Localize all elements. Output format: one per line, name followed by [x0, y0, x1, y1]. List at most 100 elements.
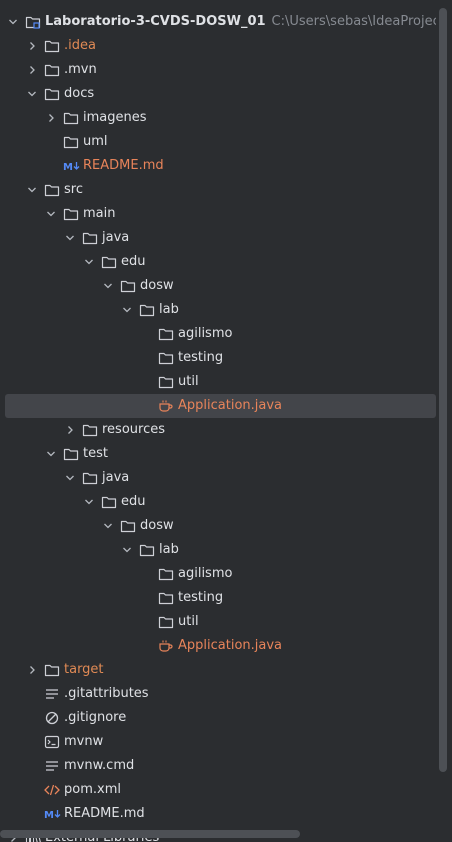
folder-icon — [44, 183, 60, 197]
folder-icon — [82, 231, 98, 245]
chevron-down-icon[interactable] — [101, 514, 115, 538]
tree-item-idea[interactable]: .idea — [0, 34, 436, 58]
tree-item-src[interactable]: src — [0, 178, 436, 202]
tree-item-mvn[interactable]: .mvn — [0, 58, 436, 82]
chevron-down-icon[interactable] — [6, 10, 20, 34]
tree-item-main[interactable]: main — [0, 202, 436, 226]
tree-item-lab[interactable]: lab — [0, 298, 436, 322]
tree-item-label: dosw — [140, 274, 174, 298]
tree-item-text: java — [102, 470, 130, 485]
tree-item-mvnw[interactable]: mvnw — [0, 730, 436, 754]
tree-item-text: .gitattributes — [64, 686, 149, 701]
folder-icon — [120, 279, 136, 293]
folder-icon — [63, 111, 79, 125]
tree-item-target[interactable]: target — [0, 658, 436, 682]
tree-item-uml[interactable]: uml — [0, 130, 436, 154]
tree-item-testing[interactable]: testing — [0, 586, 436, 610]
chevron-down-icon[interactable] — [101, 274, 115, 298]
tree-item-application-java[interactable]: Application.java — [5, 394, 436, 418]
chevron-right-icon[interactable] — [25, 34, 39, 58]
tree-item-java[interactable]: java — [0, 466, 436, 490]
folder-icon — [101, 255, 117, 269]
tree-item-label: target — [64, 658, 104, 682]
chevron-down-icon[interactable] — [120, 298, 134, 322]
tree-item-application-java[interactable]: Application.java — [0, 634, 436, 658]
folder-icon — [158, 615, 174, 629]
tree-item-text: uml — [83, 134, 108, 149]
horizontal-scrollbar[interactable] — [0, 830, 300, 838]
tree-item-lab[interactable]: lab — [0, 538, 436, 562]
tree-item-label: Laboratorio-3-CVDS-DOSW_01 C:\Users\sebas… — [45, 10, 436, 34]
tree-item-util[interactable]: util — [0, 610, 436, 634]
tree-item-text: README.md — [64, 806, 145, 821]
chevron-down-icon[interactable] — [25, 178, 39, 202]
tree-item-label: uml — [83, 130, 108, 154]
tree-item-text: docs — [64, 86, 95, 101]
chevron-down-icon[interactable] — [44, 202, 58, 226]
project-path: C:\Users\sebas\IdeaProjects\Lab — [271, 14, 436, 29]
chevron-down-icon[interactable] — [63, 226, 77, 250]
folder-icon — [44, 63, 60, 77]
svg-text:M: M — [44, 810, 54, 821]
tree-item-text: edu — [121, 254, 146, 269]
tree-item-dosw[interactable]: dosw — [0, 514, 436, 538]
tree-item-label: agilismo — [178, 322, 232, 346]
folder-icon — [158, 351, 174, 365]
tree-item-resources[interactable]: resources — [0, 418, 436, 442]
tree-item-mvnw-cmd[interactable]: mvnw.cmd — [0, 754, 436, 778]
chevron-right-icon[interactable] — [44, 106, 58, 130]
tree-item-readme-md[interactable]: M README.md — [0, 802, 436, 826]
tree-item-text: testing — [178, 350, 224, 365]
tree-item-testing[interactable]: testing — [0, 346, 436, 370]
chevron-down-icon[interactable] — [63, 466, 77, 490]
tree-item-gitattributes[interactable]: .gitattributes — [0, 682, 436, 706]
tree-item-text: util — [178, 374, 199, 389]
vertical-scrollbar[interactable] — [439, 8, 447, 772]
tree-item-label: test — [83, 442, 108, 466]
tree-item-docs[interactable]: docs — [0, 82, 436, 106]
folder-icon — [63, 135, 79, 149]
chevron-right-icon[interactable] — [25, 58, 39, 82]
tree-item-label: mvnw.cmd — [64, 754, 134, 778]
tree-item-label: src — [64, 178, 83, 202]
tree-item-java[interactable]: java — [0, 226, 436, 250]
chevron-down-icon[interactable] — [44, 442, 58, 466]
tree-item-text: .mvn — [64, 62, 97, 77]
tree-item-agilismo[interactable]: agilismo — [0, 322, 436, 346]
tree-item-text: lab — [159, 302, 179, 317]
tree-item-label: agilismo — [178, 562, 232, 586]
tree-item-edu[interactable]: edu — [0, 250, 436, 274]
tree-item-test[interactable]: test — [0, 442, 436, 466]
tree-item-readme-md[interactable]: M README.md — [0, 154, 436, 178]
chevron-down-icon[interactable] — [25, 82, 39, 106]
tree-item-text: Application.java — [178, 638, 283, 653]
tree-item-edu[interactable]: edu — [0, 490, 436, 514]
chevron-right-icon[interactable] — [25, 658, 39, 682]
chevron-right-icon[interactable] — [63, 418, 77, 442]
tree-item-label: edu — [121, 490, 146, 514]
folder-icon — [139, 543, 155, 557]
tree-item-util[interactable]: util — [0, 370, 436, 394]
tree-item-text: mvnw — [64, 734, 104, 749]
tree-item-dosw[interactable]: dosw — [0, 274, 436, 298]
tree-item-agilismo[interactable]: agilismo — [0, 562, 436, 586]
folder-icon — [120, 519, 136, 533]
folder-icon — [63, 447, 79, 461]
chevron-down-icon[interactable] — [82, 490, 96, 514]
tree-item-gitignore[interactable]: .gitignore — [0, 706, 436, 730]
tree-item-text: java — [102, 230, 130, 245]
java-class-icon — [158, 639, 174, 653]
project-tree[interactable]: Laboratorio-3-CVDS-DOSW_01 C:\Users\sebas… — [0, 10, 436, 842]
tree-item-pom-xml[interactable]: pom.xml — [0, 778, 436, 802]
text-file-icon — [44, 687, 60, 701]
tree-item-imagenes[interactable]: imagenes — [0, 106, 436, 130]
tree-item-laboratorio-3-cvds-dosw-01[interactable]: Laboratorio-3-CVDS-DOSW_01 C:\Users\sebas… — [0, 10, 436, 34]
chevron-down-icon[interactable] — [82, 250, 96, 274]
tree-item-label: java — [102, 466, 129, 490]
tree-item-label: README.md — [64, 802, 145, 826]
tree-item-text: src — [64, 182, 83, 197]
folder-icon — [158, 375, 174, 389]
folder-icon — [139, 303, 155, 317]
folder-icon — [158, 327, 174, 341]
chevron-down-icon[interactable] — [120, 538, 134, 562]
